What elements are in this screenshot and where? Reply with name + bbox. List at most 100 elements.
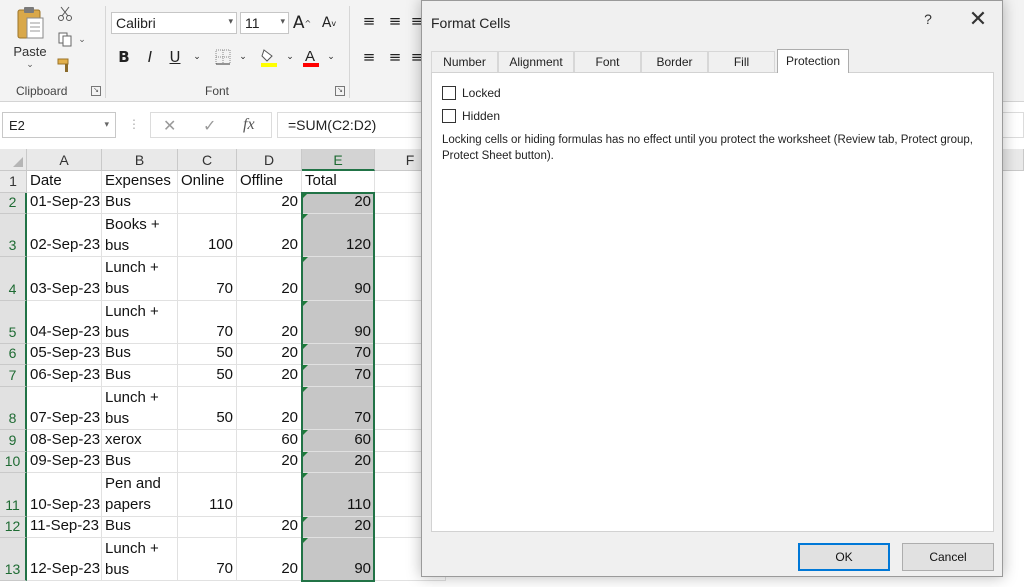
cell-d8[interactable]: 20 bbox=[237, 387, 302, 431]
cell-d4[interactable]: 20 bbox=[237, 257, 302, 301]
enter-formula-icon[interactable]: ✓ bbox=[203, 116, 216, 136]
cell-b9[interactable]: xerox bbox=[102, 430, 178, 452]
cell-a10[interactable]: 09-Sep-23 bbox=[27, 451, 102, 474]
row-header-5[interactable]: 5 bbox=[0, 300, 27, 344]
align-middle-icon[interactable]: ≡ bbox=[384, 10, 406, 32]
column-header-a[interactable]: A bbox=[27, 149, 102, 171]
help-icon[interactable]: ? bbox=[919, 11, 937, 33]
row-header-8[interactable]: 8 bbox=[0, 387, 27, 431]
cell-a13[interactable]: 12-Sep-23 bbox=[27, 538, 102, 582]
cell-a2[interactable]: 01-Sep-23 bbox=[27, 192, 102, 215]
cell-a8[interactable]: 07-Sep-23 bbox=[27, 387, 102, 431]
cell-b7[interactable]: Bus bbox=[102, 365, 178, 387]
cell-b1[interactable]: Expenses bbox=[102, 171, 178, 193]
cell-c12[interactable] bbox=[178, 516, 237, 539]
cell-a3[interactable]: 02-Sep-23 bbox=[27, 214, 102, 258]
cell-c4[interactable]: 70 bbox=[178, 257, 237, 301]
cancel-button[interactable]: Cancel bbox=[902, 543, 994, 571]
cell-a7[interactable]: 06-Sep-23 bbox=[27, 365, 102, 387]
tab-alignment[interactable]: Alignment bbox=[498, 51, 574, 72]
align-top-icon[interactable]: ≡ bbox=[358, 10, 380, 32]
cell-c2[interactable] bbox=[178, 192, 237, 215]
tab-font[interactable]: Font bbox=[574, 51, 641, 72]
align-center-icon[interactable]: ≡ bbox=[384, 46, 406, 68]
clipboard-launcher-icon[interactable]: ↘ bbox=[91, 86, 101, 96]
cell-e11[interactable]: 110 bbox=[302, 473, 375, 517]
cell-c13[interactable]: 70 bbox=[178, 538, 237, 582]
cell-c1[interactable]: Online bbox=[178, 171, 237, 193]
italic-button[interactable]: I bbox=[139, 46, 161, 68]
cell-c7[interactable]: 50 bbox=[178, 365, 237, 387]
chevron-down-icon[interactable]: ⌄ bbox=[279, 46, 301, 68]
cell-d3[interactable]: 20 bbox=[237, 214, 302, 258]
column-header-c[interactable]: C bbox=[178, 149, 237, 171]
chevron-down-icon[interactable]: ⌄ bbox=[186, 46, 208, 68]
cell-c3[interactable]: 100 bbox=[178, 214, 237, 258]
select-all-button[interactable] bbox=[0, 149, 27, 171]
font-color-button[interactable]: A bbox=[300, 46, 322, 68]
cell-b11[interactable]: Pen and papers bbox=[102, 473, 178, 517]
font-launcher-icon[interactable]: ↘ bbox=[335, 86, 345, 96]
grow-font-button[interactable]: A ^ bbox=[291, 12, 313, 34]
underline-button[interactable]: U bbox=[164, 46, 186, 68]
cell-a9[interactable]: 08-Sep-23 bbox=[27, 430, 102, 452]
column-header-b[interactable]: B bbox=[102, 149, 178, 171]
row-header-7[interactable]: 7 bbox=[0, 365, 27, 387]
row-header-3[interactable]: 3 bbox=[0, 214, 27, 258]
cell-b3[interactable]: Books + bus bbox=[102, 214, 178, 258]
cell-e4[interactable]: 90 bbox=[302, 257, 375, 301]
cell-c5[interactable]: 70 bbox=[178, 300, 237, 344]
tab-border[interactable]: Border bbox=[641, 51, 708, 72]
bold-button[interactable]: B bbox=[113, 46, 135, 68]
cell-c6[interactable]: 50 bbox=[178, 343, 237, 366]
cell-c8[interactable]: 50 bbox=[178, 387, 237, 431]
cut-icon[interactable] bbox=[55, 4, 75, 24]
chevron-down-icon[interactable]: ⌄ bbox=[232, 46, 254, 68]
cell-e9[interactable]: 60 bbox=[302, 430, 375, 452]
cell-d9[interactable]: 60 bbox=[237, 430, 302, 452]
column-header-e[interactable]: E bbox=[302, 149, 375, 171]
row-header-10[interactable]: 10 bbox=[0, 451, 27, 474]
cell-e1[interactable]: Total bbox=[302, 171, 375, 193]
row-header-9[interactable]: 9 bbox=[0, 430, 27, 452]
row-header-13[interactable]: 13 bbox=[0, 538, 27, 582]
cell-a5[interactable]: 04-Sep-23 bbox=[27, 300, 102, 344]
cell-e2[interactable]: 20 bbox=[302, 192, 375, 215]
cell-d1[interactable]: Offline bbox=[237, 171, 302, 193]
cell-d10[interactable]: 20 bbox=[237, 451, 302, 474]
cell-b2[interactable]: Bus bbox=[102, 192, 178, 215]
cell-b8[interactable]: Lunch + bus bbox=[102, 387, 178, 431]
fill-color-button[interactable] bbox=[258, 46, 280, 68]
cell-c11[interactable]: 110 bbox=[178, 473, 237, 517]
cell-e13[interactable]: 90 bbox=[302, 538, 375, 582]
cell-d13[interactable]: 20 bbox=[237, 538, 302, 582]
cell-a6[interactable]: 05-Sep-23 bbox=[27, 343, 102, 366]
cell-b5[interactable]: Lunch + bus bbox=[102, 300, 178, 344]
cell-e3[interactable]: 120 bbox=[302, 214, 375, 258]
row-header-4[interactable]: 4 bbox=[0, 257, 27, 301]
name-box[interactable]: E2 ▾ bbox=[2, 112, 116, 138]
cell-d12[interactable]: 20 bbox=[237, 516, 302, 539]
column-header-d[interactable]: D bbox=[237, 149, 302, 171]
row-header-11[interactable]: 11 bbox=[0, 473, 27, 517]
cell-e12[interactable]: 20 bbox=[302, 516, 375, 539]
row-header-6[interactable]: 6 bbox=[0, 343, 27, 366]
cell-a12[interactable]: 11-Sep-23 bbox=[27, 516, 102, 539]
close-icon[interactable]: ✕ bbox=[966, 9, 990, 33]
tab-protection[interactable]: Protection bbox=[777, 49, 849, 73]
align-left-icon[interactable]: ≡ bbox=[358, 46, 380, 68]
tab-fill[interactable]: Fill bbox=[708, 51, 775, 72]
cell-c10[interactable] bbox=[178, 451, 237, 474]
cell-b4[interactable]: Lunch + bus bbox=[102, 257, 178, 301]
cell-b13[interactable]: Lunch + bus bbox=[102, 538, 178, 582]
cell-e6[interactable]: 70 bbox=[302, 343, 375, 366]
cell-d6[interactable]: 20 bbox=[237, 343, 302, 366]
cell-b6[interactable]: Bus bbox=[102, 343, 178, 366]
cell-c9[interactable] bbox=[178, 430, 237, 452]
ok-button[interactable]: OK bbox=[798, 543, 890, 571]
cell-b12[interactable]: Bus bbox=[102, 516, 178, 539]
cell-e10[interactable]: 20 bbox=[302, 451, 375, 474]
copy-icon[interactable] bbox=[55, 29, 75, 49]
cancel-formula-icon[interactable]: ✕ bbox=[163, 116, 176, 136]
cell-a11[interactable]: 10-Sep-23 bbox=[27, 473, 102, 517]
